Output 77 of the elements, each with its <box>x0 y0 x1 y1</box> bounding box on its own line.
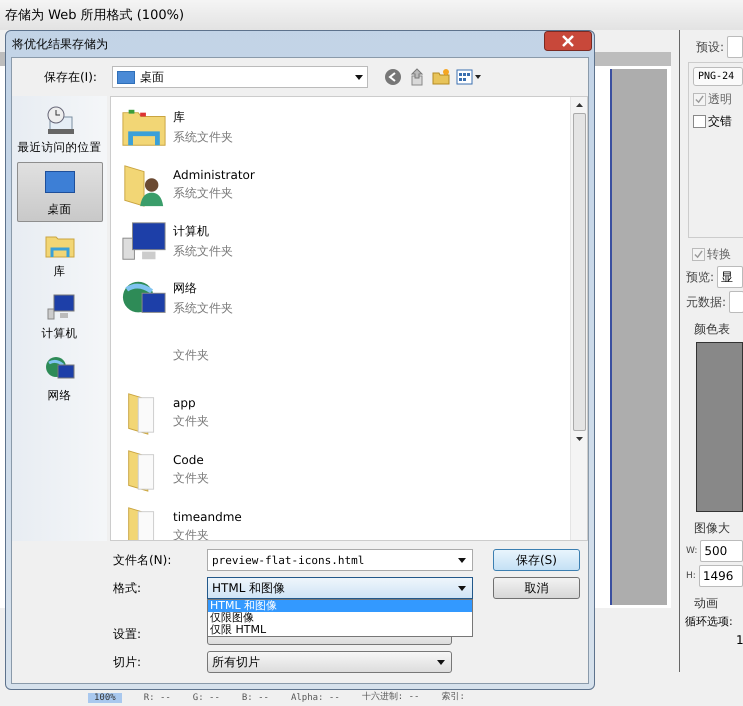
file-name[interactable]: 网络 <box>173 280 233 297</box>
slices-dropdown[interactable]: 所有切片 <box>207 651 452 673</box>
color-readout: Alpha: -- <box>290 693 340 703</box>
dropdown-option[interactable]: 仅限 HTML <box>208 624 472 636</box>
preview-label: 预览: <box>686 268 714 286</box>
save-in-dropdown[interactable]: 桌面 <box>112 66 368 88</box>
color-readout: 索引: <box>441 690 465 703</box>
filename-field[interactable]: preview-flat-icons.html <box>207 549 473 571</box>
preset-dropdown[interactable] <box>727 36 743 58</box>
file-type: 文件夹 <box>173 412 209 430</box>
cancel-button[interactable]: 取消 <box>493 577 580 599</box>
zoom-field[interactable]: 100% <box>88 693 122 703</box>
height-label: H: <box>686 571 696 581</box>
places-item[interactable]: 库 <box>16 224 102 284</box>
dropdown-option[interactable]: 仅限图像 <box>208 612 472 624</box>
format-dropdown[interactable]: HTML 和图像 <box>207 577 473 599</box>
filename-label: 文件名(N): <box>113 552 172 568</box>
dropdown-arrow-icon <box>458 558 466 562</box>
file-name[interactable]: app <box>173 396 209 410</box>
back-icon[interactable] <box>384 68 402 86</box>
dialog-title: 将优化结果存储为 <box>12 36 108 52</box>
places-item[interactable]: 最近访问的位置 <box>16 100 102 160</box>
checkbox[interactable] <box>693 115 706 128</box>
preview-dropdown[interactable]: 显 <box>717 266 743 288</box>
file-type: 文件夹 <box>173 526 210 540</box>
dropdown-arrow-icon <box>458 586 466 590</box>
color-readout: R: -- <box>144 693 171 703</box>
view-menu-icon[interactable] <box>456 68 482 86</box>
checkmark-icon <box>694 250 703 259</box>
preset-label: 预设: <box>696 38 724 56</box>
metadata-label: 元数据: <box>686 294 726 310</box>
file-name[interactable]: timeandme <box>173 510 242 524</box>
desktop-icon <box>117 70 135 84</box>
file-type: 文件夹 <box>173 470 209 486</box>
height-field[interactable]: 1496 <box>698 565 743 587</box>
scrollbar[interactable] <box>570 97 587 540</box>
dropdown-arrow-icon <box>355 74 363 80</box>
color-readout: B: -- <box>242 693 269 703</box>
window-title: 存储为 Web 所用格式 (100%) <box>5 7 184 24</box>
slices-label: 切片: <box>113 654 142 670</box>
checkbox-label: 透明 <box>708 91 732 108</box>
places-item[interactable]: 网络 <box>16 348 102 408</box>
format-dropdown[interactable]: PNG-24 <box>693 67 743 86</box>
format-label: 格式: <box>113 580 142 596</box>
group-title: 颜色表 <box>694 321 731 338</box>
settings-label: 设置: <box>113 626 142 642</box>
file-type: 系统文件夹 <box>173 129 233 146</box>
file-name[interactable]: 计算机 <box>173 223 233 240</box>
frame-counter: 1 <box>736 633 743 647</box>
dropdown-arrow-icon <box>437 660 445 664</box>
save-in-label: 保存在(I): <box>44 68 98 86</box>
width-field[interactable]: 500 <box>700 540 743 562</box>
file-type: 文件夹 <box>173 347 209 364</box>
places-item[interactable]: 计算机 <box>16 286 102 346</box>
scroll-up-arrow-icon <box>576 103 582 107</box>
file-name[interactable]: 库 <box>173 109 233 126</box>
scroll-down-arrow-icon <box>576 437 582 441</box>
up-folder-icon[interactable] <box>408 68 426 86</box>
checkmark-icon <box>695 95 704 104</box>
close-icon[interactable] <box>544 31 592 51</box>
loop-label: 循环选项: <box>685 614 734 629</box>
color-readout: 十六进制: -- <box>362 690 420 703</box>
file-type: 系统文件夹 <box>173 243 233 260</box>
checkbox-label: 转换 <box>707 246 731 263</box>
places-item[interactable]: 桌面 <box>16 162 102 222</box>
group-title: 图像大 <box>694 520 731 537</box>
new-folder-icon[interactable] <box>432 68 450 86</box>
file-name[interactable]: Code <box>173 452 209 466</box>
width-label: W: <box>686 546 698 556</box>
checkbox-label: 交错 <box>708 113 732 130</box>
color-readout: G: -- <box>192 693 220 703</box>
metadata-dropdown[interactable] <box>729 291 743 313</box>
file-name[interactable]: Administrator <box>173 168 255 182</box>
save-button[interactable]: 保存(S) <box>493 549 580 571</box>
file-type: 系统文件夹 <box>173 184 234 202</box>
group-title: 动画 <box>694 595 719 612</box>
file-type: 系统文件夹 <box>173 300 233 317</box>
